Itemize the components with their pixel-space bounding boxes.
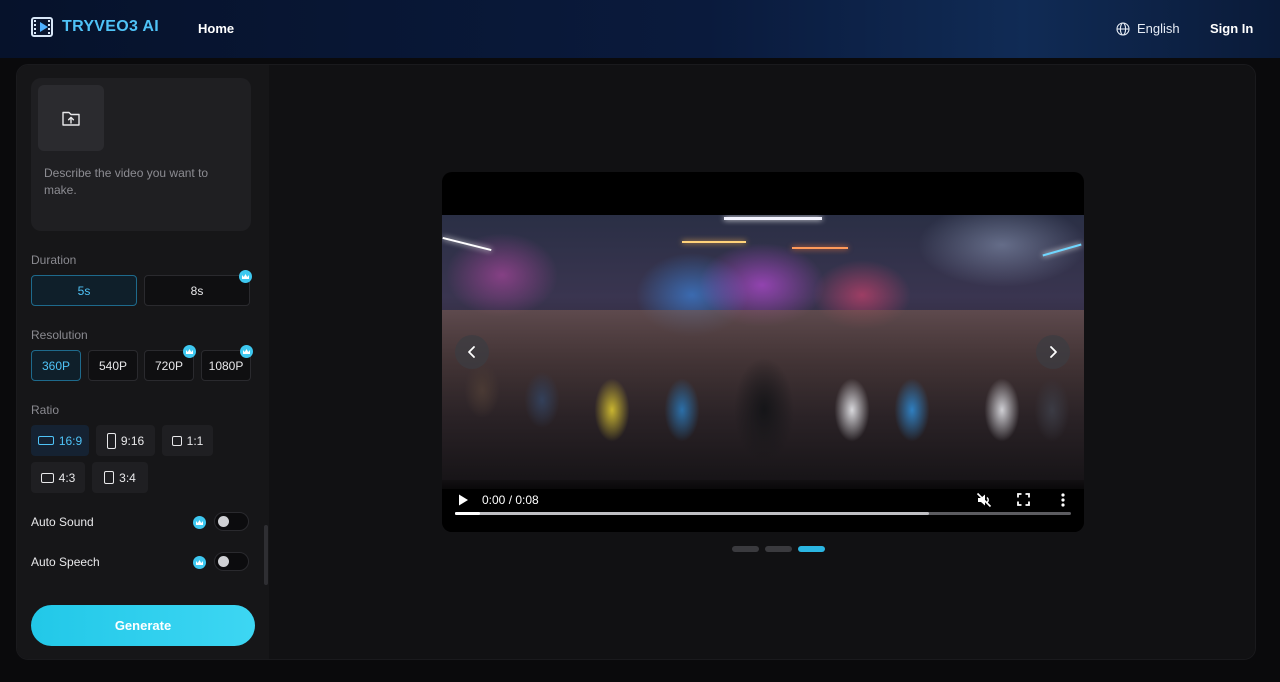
duration-option-label: 8s [190, 283, 204, 298]
resolution-option-540p[interactable]: 540P [88, 350, 138, 381]
ratio-option-label: 9:16 [120, 433, 145, 448]
resolution-option-label: 360P [41, 358, 71, 373]
ratio-option-label: 16:9 [58, 433, 83, 448]
auto-speech-label: Auto Speech [31, 555, 100, 569]
prompt-textarea[interactable]: Describe the video you want to make. [44, 165, 239, 199]
settings-sidebar: Describe the video you want to make. Dur… [17, 65, 269, 659]
video-controls: 0:00 / 0:08 [442, 480, 1084, 532]
film-play-icon [31, 17, 53, 37]
carousel-dot[interactable] [798, 546, 825, 552]
ceiling-light [682, 241, 746, 243]
prompt-box[interactable]: Describe the video you want to make. [31, 78, 251, 231]
crown-icon [193, 516, 206, 529]
resolution-option-label: 540P [98, 358, 128, 373]
ratio-option-3-4[interactable]: 3:4 [92, 462, 148, 493]
crown-icon [183, 345, 196, 358]
wall-light [442, 236, 492, 252]
square-ratio-icon [171, 435, 182, 446]
chevron-left-icon [468, 346, 475, 358]
duration-option-8s[interactable]: 8s [144, 270, 252, 306]
portrait-ratio-icon [106, 432, 116, 449]
resolution-option-720p[interactable]: 720P [144, 345, 196, 381]
language-label: English [1137, 21, 1180, 36]
resolution-option-360p[interactable]: 360P [31, 350, 81, 381]
auto-sound-label: Auto Sound [31, 515, 94, 529]
landscape-ratio-icon [37, 436, 54, 445]
ratio-option-16-9[interactable]: 16:9 [31, 425, 89, 456]
nav-home-link[interactable]: Home [198, 21, 234, 36]
ratio-option-4-3[interactable]: 4:3 [31, 462, 85, 493]
carousel-dot[interactable] [765, 546, 792, 552]
ratio-label: Ratio [31, 403, 60, 417]
portrait-ratio-icon [104, 471, 115, 484]
landscape-ratio-icon [40, 472, 54, 483]
sign-in-link[interactable]: Sign In [1210, 21, 1253, 36]
played-fill [455, 512, 480, 515]
duration-option-label: 5s [77, 283, 91, 298]
video-frame [442, 215, 1084, 489]
ceiling-light [792, 247, 848, 249]
main-panel: Describe the video you want to make. Dur… [16, 64, 1256, 660]
crown-icon [193, 556, 206, 569]
generate-button[interactable]: Generate [31, 605, 255, 646]
ratio-option-1-1[interactable]: 1:1 [162, 425, 213, 456]
chevron-right-icon [1050, 346, 1057, 358]
language-selector[interactable]: English [1116, 21, 1180, 36]
crown-icon [240, 345, 253, 358]
resolution-label: Resolution [31, 328, 88, 342]
resolution-option-1080p[interactable]: 1080P [201, 345, 253, 381]
auto-speech-row: Auto Speech [31, 552, 251, 574]
carousel-dot[interactable] [732, 546, 759, 552]
more-vertical-icon[interactable] [1061, 493, 1065, 507]
resolution-option-label: 720P [154, 358, 184, 373]
ratio-option-label: 1:1 [186, 433, 204, 448]
crowd-silhouettes [442, 310, 1084, 489]
auto-sound-row: Auto Sound [31, 512, 251, 534]
volume-muted-icon[interactable] [976, 492, 992, 508]
ratio-option-9-16[interactable]: 9:16 [96, 425, 155, 456]
upload-image-button[interactable] [38, 85, 104, 151]
play-icon[interactable] [457, 493, 469, 507]
buffered-fill [455, 512, 930, 515]
globe-icon [1116, 21, 1130, 36]
video-time: 0:00 / 0:08 [482, 493, 539, 507]
brand-logo[interactable]: TRYVEO3 AI [31, 17, 159, 37]
video-player[interactable]: 0:00 / 0:08 [442, 172, 1084, 532]
carousel-indicator [732, 546, 825, 552]
brand-name: TRYVEO3 AI [62, 18, 159, 35]
auto-speech-toggle[interactable] [214, 552, 249, 571]
auto-sound-toggle[interactable] [214, 512, 249, 531]
crown-icon [239, 270, 252, 283]
top-header: TRYVEO3 AI Home English Sign In [0, 0, 1280, 58]
wall-light [1042, 243, 1082, 257]
folder-upload-icon [62, 111, 80, 126]
previous-slide-button[interactable] [455, 335, 489, 369]
duration-label: Duration [31, 253, 77, 267]
duration-option-5s[interactable]: 5s [31, 275, 137, 306]
fullscreen-icon[interactable] [1017, 493, 1030, 506]
ceiling-light [724, 217, 822, 220]
next-slide-button[interactable] [1036, 335, 1070, 369]
ratio-option-label: 3:4 [119, 470, 136, 485]
video-progress-bar[interactable] [455, 512, 1071, 515]
resolution-option-label: 1080P [208, 358, 244, 373]
ratio-option-label: 4:3 [58, 470, 76, 485]
sidebar-scrollbar[interactable] [264, 525, 268, 585]
preview-stage: 0:00 / 0:08 [269, 65, 1255, 659]
